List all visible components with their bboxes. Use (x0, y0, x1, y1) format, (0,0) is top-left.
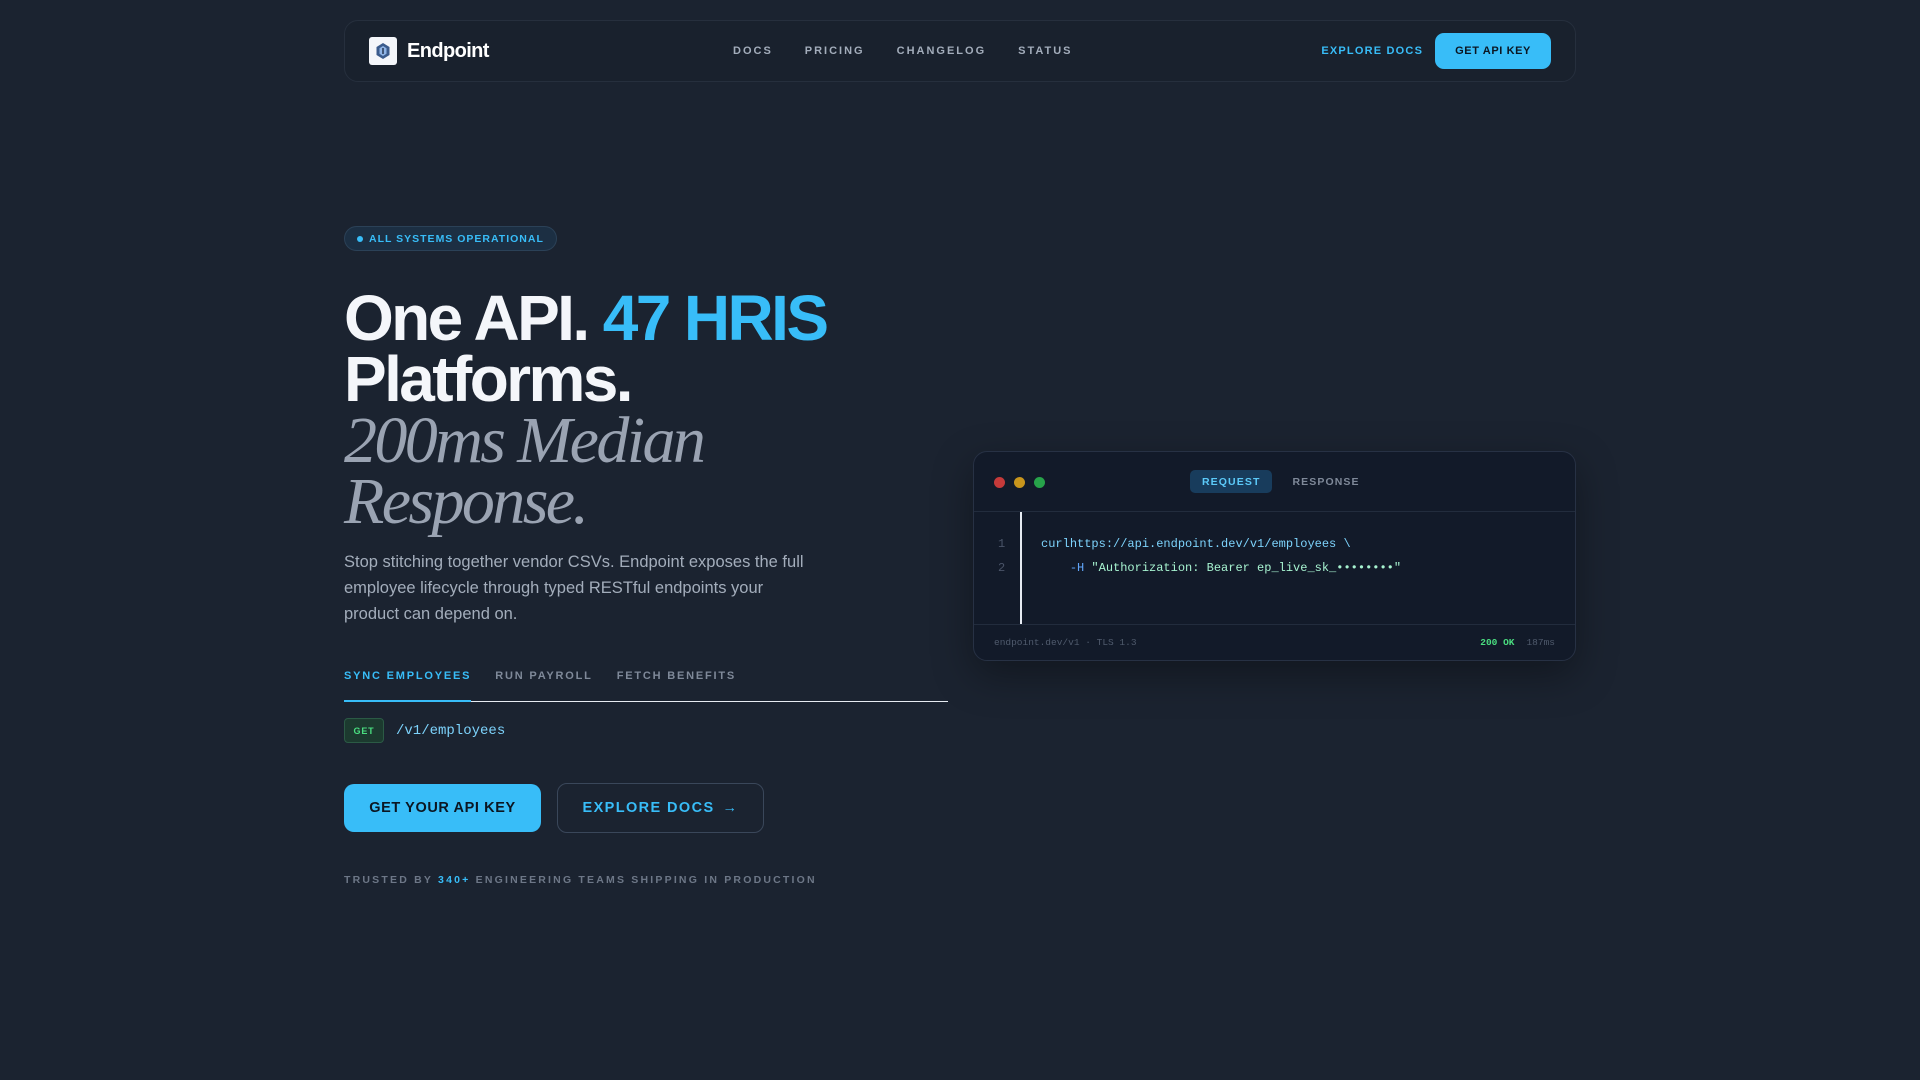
hero-headline: One API. 47 HRIS Platforms. 200ms Median… (344, 286, 964, 538)
response-status: 200 OK (1480, 637, 1515, 648)
response-time: 187ms (1526, 637, 1555, 648)
top-navigation: Endpoint DOCS PRICING CHANGELOG STATUS E… (344, 20, 1576, 82)
trusted-prefix: TRUSTED BY (344, 874, 433, 886)
tab-sync-employees[interactable]: SYNC EMPLOYEES (344, 662, 472, 702)
code-footer-host: endpoint.dev/v1 · TLS 1.3 (994, 637, 1137, 648)
nav-link-pricing[interactable]: PRICING (805, 45, 865, 57)
status-badge[interactable]: ALL SYSTEMS OPERATIONAL (344, 226, 557, 251)
nav-link-changelog[interactable]: CHANGELOG (897, 45, 987, 57)
headline-line-3: 200ms Median (344, 404, 706, 477)
code-header-value: "Authorization: Bearer ep_live_sk_••••••… (1091, 561, 1402, 575)
headline-accent: 47 HRIS (602, 282, 829, 354)
endpoint-preview: GET /v1/employees (344, 718, 505, 743)
tab-fetch-benefits[interactable]: FETCH BENEFITS (617, 662, 736, 702)
code-url: https://api.endpoint.dev/v1/employees \ (1069, 537, 1351, 551)
headline-line-4: Response. (344, 465, 589, 538)
http-method-badge: GET (344, 718, 384, 743)
code-panel: REQUEST RESPONSE 1 curlhttps://api.endpo… (973, 451, 1576, 661)
nav-link-docs[interactable]: DOCS (733, 45, 773, 57)
explore-docs-button[interactable]: EXPLORE DOCS → (557, 783, 764, 833)
brand-name: Endpoint (407, 39, 489, 62)
code-flag: -H (1069, 561, 1085, 575)
tab-request[interactable]: REQUEST (1190, 470, 1273, 493)
code-footer-meta: 200 OK 187ms (1480, 637, 1555, 648)
explore-docs-label: EXPLORE DOCS (582, 800, 715, 816)
tab-response[interactable]: RESPONSE (1280, 470, 1371, 493)
nav-actions: EXPLORE DOCS GET API KEY (1321, 21, 1551, 81)
code-panel-footer: endpoint.dev/v1 · TLS 1.3 200 OK 187ms (974, 624, 1575, 660)
nav-explore-docs-link[interactable]: EXPLORE DOCS (1321, 45, 1423, 57)
use-case-tabs: SYNC EMPLOYEES RUN PAYROLL FETCH BENEFIT… (344, 662, 948, 702)
nav-links: DOCS PRICING CHANGELOG STATUS (733, 21, 1073, 81)
code-line-2: -H "Authorization: Bearer ep_live_sk_•••… (1041, 561, 1401, 575)
get-your-api-key-button[interactable]: GET YOUR API KEY (344, 784, 541, 832)
status-badge-label: ALL SYSTEMS OPERATIONAL (369, 232, 544, 245)
code-command: curl (1041, 537, 1070, 551)
endpoint-logo-icon (369, 37, 397, 65)
get-api-key-button[interactable]: GET API KEY (1435, 33, 1551, 69)
endpoint-path: /v1/employees (396, 722, 506, 739)
nav-link-status[interactable]: STATUS (1018, 45, 1072, 57)
hero-description: Stop stitching together vendor CSVs. End… (344, 553, 804, 623)
code-tabs: REQUEST RESPONSE (1190, 470, 1372, 493)
line-number: 2 (998, 561, 1006, 575)
code-line-1: curlhttps://api.endpoint.dev/v1/employee… (1041, 537, 1351, 551)
window-maximize-dot-icon (1034, 477, 1045, 488)
line-number: 1 (998, 537, 1006, 551)
headline-line-2: Platforms. (344, 343, 634, 415)
headline-line-1: One API. 47 HRIS (344, 286, 964, 350)
trusted-suffix: ENGINEERING TEAMS SHIPPING IN PRODUCTION (475, 874, 817, 886)
trusted-by-text: TRUSTED BY 340+ ENGINEERING TEAMS SHIPPI… (344, 874, 817, 886)
trusted-count: 340+ (438, 874, 471, 886)
tab-run-payroll[interactable]: RUN PAYROLL (495, 662, 592, 702)
window-minimize-dot-icon (1014, 477, 1025, 488)
code-gutter-divider (1020, 512, 1022, 625)
status-dot-icon (357, 235, 363, 242)
arrow-right-icon: → (722, 800, 739, 816)
code-panel-header: REQUEST RESPONSE (974, 452, 1575, 512)
code-body: 1 curlhttps://api.endpoint.dev/v1/employ… (974, 512, 1575, 625)
window-close-dot-icon (994, 477, 1005, 488)
brand[interactable]: Endpoint (369, 37, 669, 65)
